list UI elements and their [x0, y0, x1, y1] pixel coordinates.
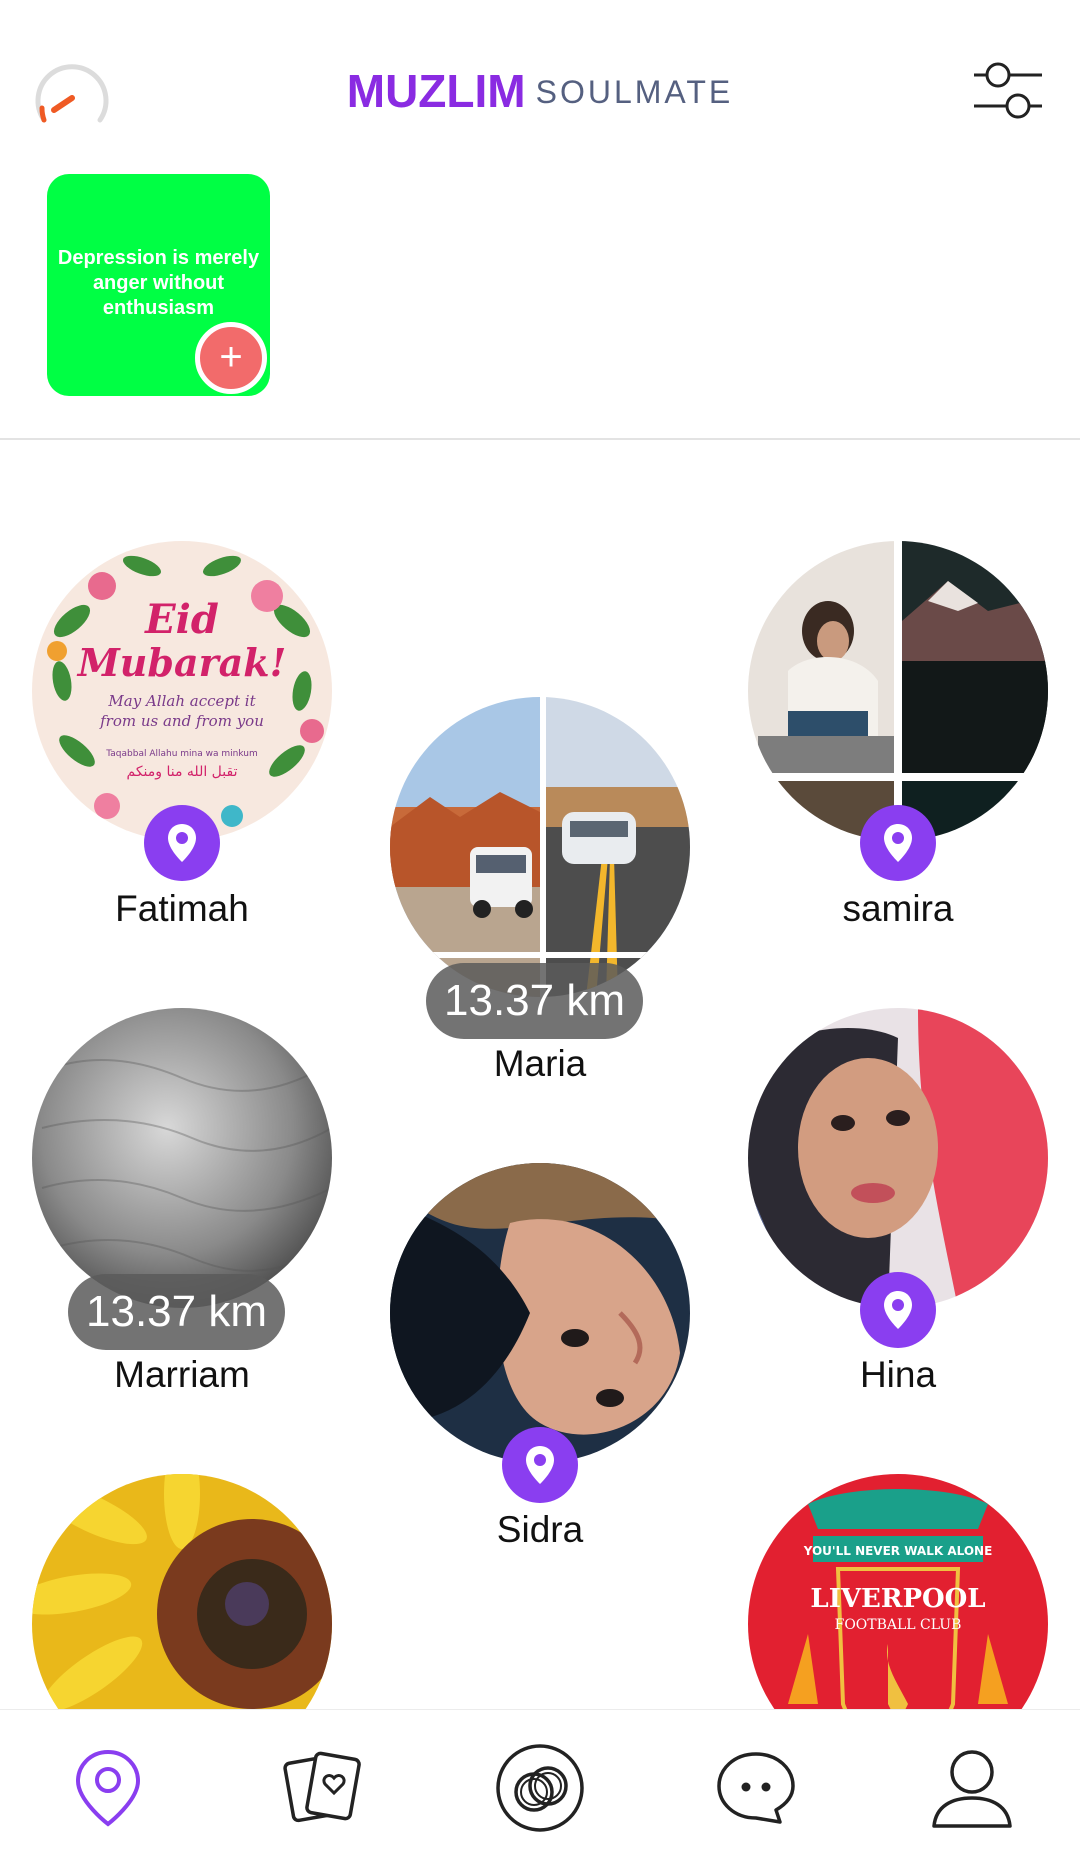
eid-title-1: Eid — [144, 596, 219, 643]
bottom-navigation — [0, 1709, 1080, 1856]
profile-name[interactable]: Marriam — [32, 1354, 332, 1396]
location-pin-icon — [860, 805, 936, 881]
profile-avatar-samira[interactable] — [748, 541, 1048, 841]
filter-sliders-icon[interactable] — [972, 58, 1044, 124]
logo-bold-text: MUZLIM — [346, 65, 526, 117]
story-text: Depression is merely anger without enthu… — [57, 247, 260, 319]
add-story-button[interactable]: + — [195, 322, 267, 394]
profile-avatar-liverpool[interactable]: YOU'LL NEVER WALK ALONE LIVERPOOL FOOTBA… — [748, 1474, 1048, 1709]
app-header: MUZLIM SOULMATE — [0, 0, 1080, 165]
profile-avatar-maria[interactable] — [390, 697, 690, 997]
nav-matches-rings-icon[interactable] — [492, 1740, 588, 1836]
profile-name[interactable]: Sidra — [390, 1509, 690, 1551]
story-tile[interactable]: Depression is merely anger without enthu… — [47, 174, 270, 396]
lfc-banner: YOU'LL NEVER WALK ALONE — [803, 1544, 993, 1558]
app-logo: MUZLIM SOULMATE — [0, 64, 1080, 118]
profile-name[interactable]: samira — [748, 888, 1048, 930]
eid-title-2: Mubarak! — [76, 640, 287, 685]
nav-chat-bubble-icon[interactable] — [708, 1740, 804, 1836]
profile-avatar-fatimah[interactable]: Eid Mubarak! May Allah accept it from us… — [32, 541, 332, 841]
profile-avatar-sidra[interactable] — [390, 1163, 690, 1463]
divider — [0, 438, 1080, 440]
location-pin-icon — [860, 1272, 936, 1348]
lfc-sub: FOOTBALL CLUB — [835, 1617, 962, 1633]
profile-avatar-hina[interactable] — [748, 1008, 1048, 1308]
location-pin-icon — [144, 805, 220, 881]
profile-name[interactable]: Fatimah — [32, 888, 332, 930]
eid-arabic: تقبل الله منا ومنكم — [127, 764, 238, 780]
profile-name[interactable]: Maria — [390, 1043, 690, 1085]
logo-light-text: SOULMATE — [535, 74, 734, 110]
location-pin-icon — [502, 1427, 578, 1503]
eid-sub-2: from us and from you — [99, 712, 264, 730]
profile-avatar-sunflower[interactable] — [32, 1474, 332, 1709]
lfc-name: LIVERPOOL — [810, 1584, 985, 1614]
profile-name[interactable]: Hina — [748, 1354, 1048, 1396]
profile-avatar-marriam[interactable] — [32, 1008, 332, 1308]
distance-badge: 13.37 km — [426, 963, 643, 1039]
eid-sub-1: May Allah accept it — [107, 692, 256, 710]
nav-profile-user-icon[interactable] — [924, 1740, 1020, 1836]
nav-cards-heart-icon[interactable] — [276, 1740, 372, 1836]
eid-sub-3: Taqabbal Allahu mina wa minkum — [105, 749, 257, 759]
distance-badge: 13.37 km — [68, 1274, 285, 1350]
profile-grid: Eid Mubarak! May Allah accept it from us… — [0, 441, 1080, 1709]
nav-discover-location-icon[interactable] — [60, 1740, 156, 1836]
